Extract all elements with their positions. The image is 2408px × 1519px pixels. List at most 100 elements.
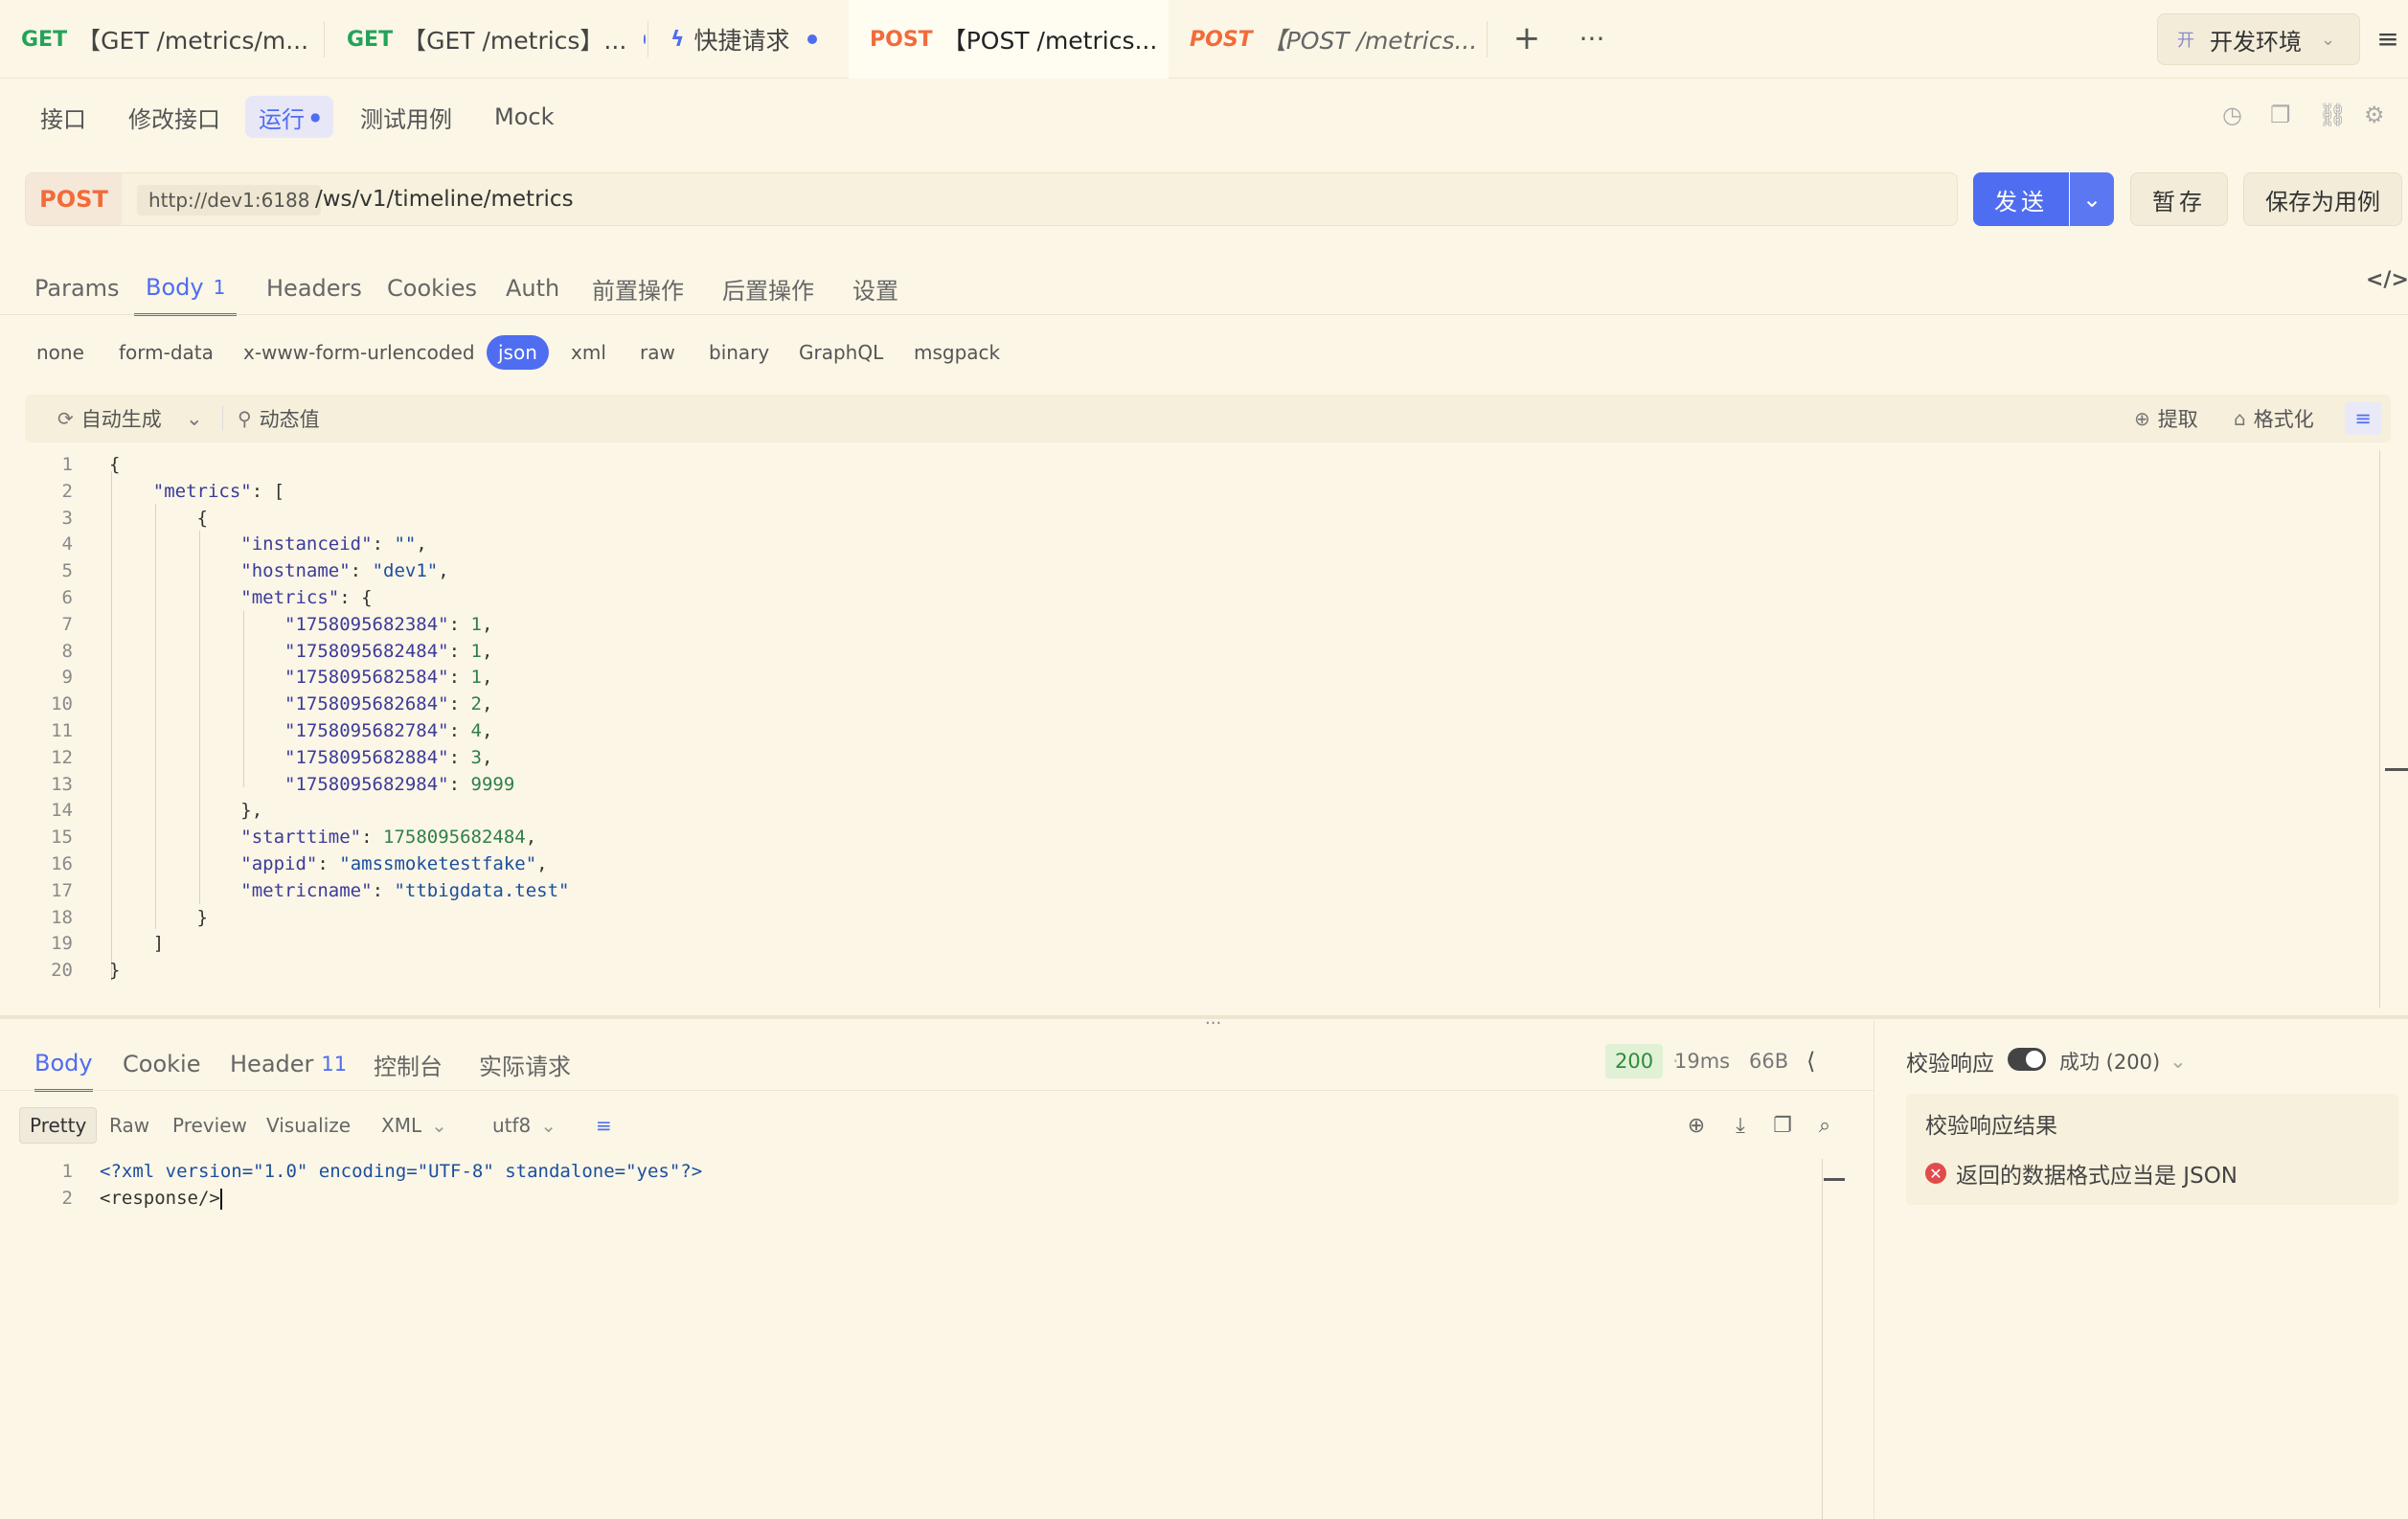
format-preview[interactable]: Preview — [163, 1107, 257, 1144]
unsaved-dot — [644, 34, 646, 44]
code-line: { — [109, 507, 208, 529]
more-tabs-icon[interactable]: ··· — [1571, 19, 1613, 57]
line-number: 13 — [51, 773, 73, 795]
subnav-interface[interactable]: 接口 — [27, 96, 100, 138]
tab-quick-request[interactable]: ϟ 快捷请求 — [649, 0, 847, 79]
environment-selector[interactable]: 开 开发环境 ⌄ — [2157, 13, 2360, 65]
settings-icon[interactable]: ⚙ — [2364, 102, 2385, 128]
tab-get-metrics[interactable]: GET 【GET /metrics】... — [326, 0, 646, 79]
copy-icon[interactable]: ❐ — [2270, 102, 2291, 128]
validate-response-toggle[interactable] — [2008, 1048, 2046, 1071]
save-temp-button[interactable]: 暂存 — [2130, 172, 2228, 226]
tab-post-metrics-active[interactable]: POST 【POST /metrics... — [849, 0, 1169, 79]
response-line: <?xml version="1.0" encoding="UTF-8" sta… — [100, 1161, 702, 1182]
drag-handle-icon[interactable]: ··· — [1205, 1013, 1221, 1033]
copy-icon[interactable]: ❐ — [1766, 1109, 1799, 1142]
env-prefix-icon: 开 — [2177, 31, 2194, 51]
dynamic-value-button[interactable]: ⚲ 动态值 — [238, 395, 320, 442]
scrollbar-track[interactable] — [1822, 1159, 1823, 1519]
body-type-msgpack[interactable]: msgpack — [902, 335, 1011, 370]
resp-tab-console[interactable]: 控制台 — [374, 1036, 443, 1092]
encoding-select[interactable]: utf8 ⌄ — [483, 1107, 566, 1144]
line-number: 2 — [61, 1188, 73, 1209]
panel-splitter[interactable] — [0, 1015, 2408, 1019]
send-button[interactable]: 发送 — [1973, 172, 2069, 226]
subnav-edit-interface[interactable]: 修改接口 — [115, 96, 234, 138]
line-number: 2 — [61, 480, 73, 502]
divider — [0, 314, 2408, 315]
code-line: }, — [109, 800, 263, 822]
body-type-raw[interactable]: raw — [628, 335, 687, 370]
tab-title: 【GET /metrics/m... — [77, 27, 309, 55]
request-body-editor[interactable]: 1{2 "metrics": [3 {4 "instanceid": "", 5 … — [25, 450, 2381, 988]
scroll-position-marker — [1824, 1178, 1845, 1181]
language-select[interactable]: XML ⌄ — [372, 1107, 457, 1144]
download-icon[interactable]: ⤓ — [1724, 1109, 1757, 1142]
base-url-chip[interactable]: http://dev1:6188 — [137, 185, 322, 215]
code-view-icon[interactable]: </> — [2366, 268, 2408, 292]
body-type-xml[interactable]: xml — [559, 335, 618, 370]
tab-auth[interactable]: Auth — [506, 261, 559, 316]
tab-separator — [1487, 21, 1488, 57]
resp-tab-actual-request[interactable]: 实际请求 — [479, 1036, 571, 1092]
wrap-lines-icon[interactable]: ≡ — [586, 1107, 622, 1144]
subnav-run[interactable]: 运行 ● — [245, 96, 334, 138]
line-number: 7 — [61, 613, 73, 635]
format-raw[interactable]: Raw — [100, 1107, 159, 1144]
resp-tab-body[interactable]: Body — [34, 1036, 93, 1092]
share-response-icon[interactable]: ⟨ — [1806, 1044, 1815, 1078]
wand-icon: ⚲ — [238, 407, 252, 430]
tab-post-metrics-preview[interactable]: POST 【POST /metrics... — [1169, 0, 1485, 79]
code-line: "metrics": { — [240, 587, 373, 608]
body-type-form-data[interactable]: form-data — [107, 335, 225, 370]
new-tab-plus-icon[interactable]: + — [1508, 19, 1546, 57]
tab-cookies[interactable]: Cookies — [387, 261, 477, 316]
code-line: } — [109, 906, 208, 928]
line-number: 15 — [51, 827, 73, 849]
validation-result-title: 校验响应结果 — [1925, 1114, 2057, 1139]
extract-button[interactable]: ⊕ 提取 — [2134, 395, 2198, 442]
tab-get-metrics-m[interactable]: GET 【GET /metrics/m... — [0, 0, 322, 79]
tab-settings[interactable]: 设置 — [852, 261, 898, 316]
chevron-down-icon: ⌄ — [431, 1114, 447, 1137]
bolt-icon: ϟ — [670, 27, 685, 52]
auto-generate-button[interactable]: ⟳ 自动生成 — [57, 395, 162, 442]
body-type-urlencoded[interactable]: x-www-form-urlencoded — [232, 335, 487, 370]
response-body-viewer[interactable]: 1 <?xml version="1.0" encoding="UTF-8" s… — [25, 1157, 1816, 1502]
subnav-test-cases[interactable]: 测试用例 — [347, 96, 466, 138]
method-select[interactable]: POST — [26, 173, 122, 225]
body-type-json[interactable]: json — [487, 335, 549, 370]
auto-generate-dropdown-chevron-icon[interactable]: ⌄ — [186, 395, 203, 442]
method-label: POST — [870, 27, 933, 52]
subnav-mock[interactable]: Mock — [481, 96, 567, 138]
code-line: "1758095682884": 3, — [284, 746, 493, 768]
send-dropdown-chevron-icon[interactable]: ⌄ — [2070, 172, 2114, 226]
tab-post-processors[interactable]: 后置操作 — [722, 261, 814, 316]
resp-tab-header[interactable]: Header 11 — [230, 1036, 347, 1092]
body-type-graphql[interactable]: GraphQL — [787, 335, 895, 370]
extract-icon[interactable]: ⊕ — [1680, 1109, 1713, 1142]
menu-icon[interactable]: ≡ — [2372, 21, 2404, 56]
editor-toolbar: ⟳ 自动生成 ⌄ ⚲ 动态值 ⊕ 提取 ⌂ 格式化 ≡ — [25, 395, 2391, 442]
tab-headers[interactable]: Headers — [266, 261, 362, 316]
wrap-lines-icon[interactable]: ≡ — [2345, 402, 2381, 435]
resp-tab-cookie[interactable]: Cookie — [123, 1036, 200, 1092]
save-as-case-button[interactable]: 保存为用例 — [2243, 172, 2402, 226]
tab-body[interactable]: Body 1 — [134, 261, 238, 316]
format-pretty[interactable]: Pretty — [19, 1107, 98, 1144]
history-icon[interactable]: ◷ — [2222, 102, 2242, 128]
line-number: 12 — [51, 746, 73, 768]
share-icon[interactable]: ⛓ — [2318, 102, 2347, 128]
body-type-none[interactable]: none — [25, 335, 96, 370]
line-number: 3 — [61, 507, 73, 529]
tab-params[interactable]: Params — [34, 261, 120, 316]
format-visualize[interactable]: Visualize — [257, 1107, 360, 1144]
tab-title: 【POST /metrics... — [1261, 27, 1478, 55]
validation-status-select[interactable]: 成功 (200) ⌄ — [2059, 1044, 2187, 1078]
format-button[interactable]: ⌂ 格式化 — [2234, 395, 2314, 442]
search-icon[interactable]: ⌕ — [1808, 1109, 1841, 1142]
body-type-binary[interactable]: binary — [697, 335, 781, 370]
tab-pre-processors[interactable]: 前置操作 — [592, 261, 684, 316]
scrollbar-track[interactable] — [2379, 450, 2380, 1008]
url-path-input[interactable]: /ws/v1/timeline/metrics — [315, 173, 574, 225]
